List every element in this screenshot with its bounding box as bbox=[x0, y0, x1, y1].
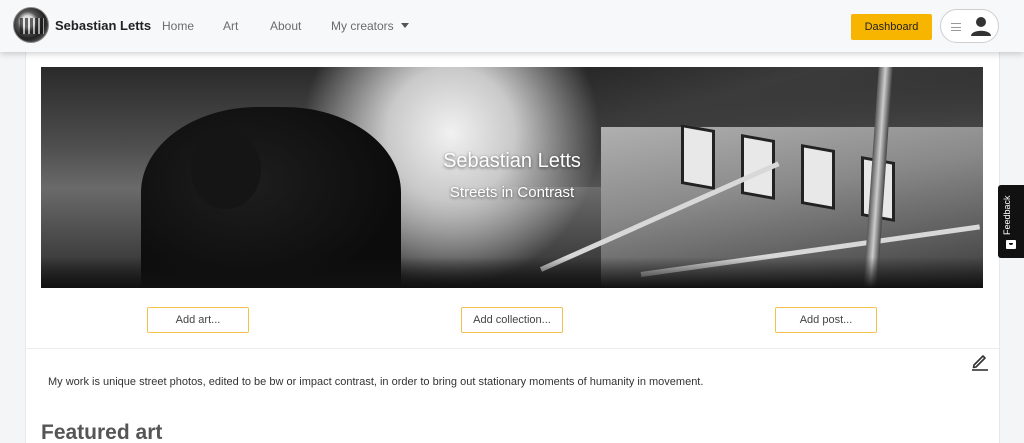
brand-logo[interactable] bbox=[13, 7, 49, 43]
add-post-button[interactable]: Add post... bbox=[775, 307, 877, 333]
nav-link-home[interactable]: Home bbox=[162, 19, 194, 33]
nav-link-about[interactable]: About bbox=[270, 19, 301, 33]
brand-name[interactable]: Sebastian Letts bbox=[55, 18, 151, 33]
profile-banner: Sebastian Letts Streets in Contrast bbox=[41, 67, 983, 288]
add-art-button[interactable]: Add art... bbox=[147, 307, 249, 333]
top-navbar: Sebastian Letts Home Art About My creato… bbox=[0, 0, 1024, 52]
dashboard-button[interactable]: Dashboard bbox=[851, 14, 932, 40]
nav-link-my-creators[interactable]: My creators bbox=[331, 19, 394, 33]
banner-title: Sebastian Letts bbox=[443, 150, 581, 172]
creator-bio: My work is unique street photos, edited … bbox=[48, 376, 704, 388]
section-divider bbox=[26, 348, 999, 349]
user-menu-button[interactable] bbox=[940, 9, 999, 43]
feedback-tab[interactable]: Feedback bbox=[998, 185, 1024, 258]
pencil-icon[interactable] bbox=[970, 351, 990, 371]
user-icon bbox=[971, 17, 991, 36]
hamburger-icon bbox=[951, 23, 961, 31]
add-collection-button[interactable]: Add collection... bbox=[461, 307, 563, 333]
featured-art-heading: Featured art bbox=[41, 421, 163, 443]
banner-subtitle: Streets in Contrast bbox=[449, 184, 575, 201]
chevron-down-icon[interactable] bbox=[401, 23, 409, 28]
feedback-label: Feedback bbox=[1002, 195, 1012, 235]
feedback-icon bbox=[1006, 240, 1016, 249]
nav-link-art[interactable]: Art bbox=[223, 19, 238, 33]
